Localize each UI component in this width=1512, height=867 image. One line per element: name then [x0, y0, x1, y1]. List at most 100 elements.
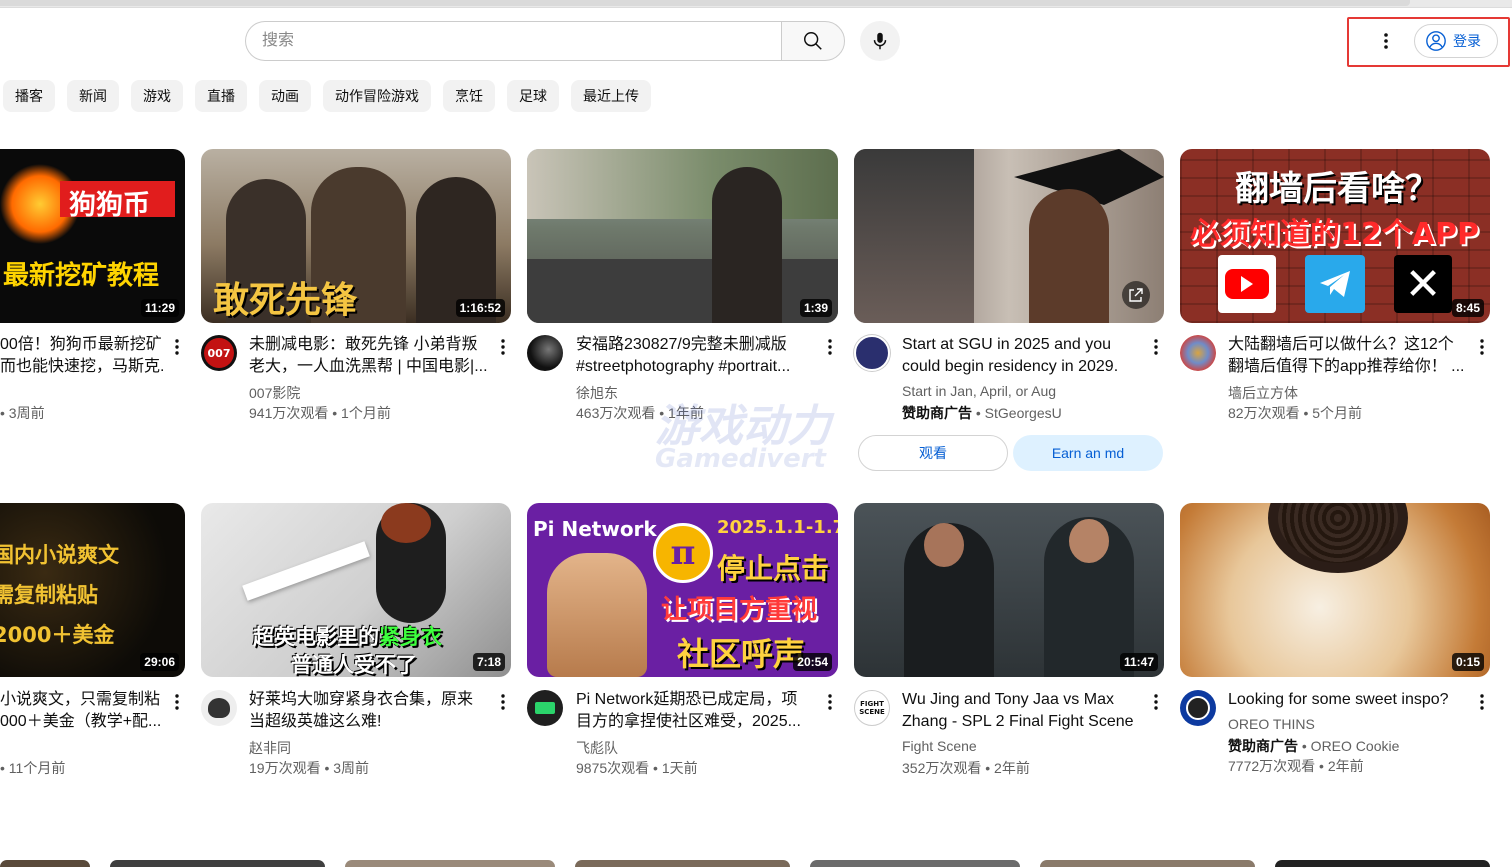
more-actions-button[interactable]	[167, 690, 187, 714]
thumb-text: 社区呼声	[677, 635, 806, 673]
video-title[interactable]: Pi Network延期恐已成定局，项 目方的拿捏使社区难受，2025...	[576, 689, 816, 733]
hair-graphic	[381, 503, 431, 543]
channel-avatar[interactable]	[527, 690, 563, 726]
video-title-line: 目方的拿捏使社区难受，2025...	[576, 713, 801, 730]
more-actions-button[interactable]	[820, 690, 840, 714]
kebab-menu-icon	[828, 339, 832, 355]
voice-search-button[interactable]	[860, 21, 900, 61]
video-thumbnail-partial[interactable]	[575, 860, 790, 867]
sponsor-name: • OREO Cookie	[1298, 738, 1400, 754]
ad-description: OREO THINS	[1228, 716, 1315, 732]
video-thumbnail-partial[interactable]	[1040, 860, 1255, 867]
video-thumbnail[interactable]: 超英电影里的紧身衣 普通人受不了 7:18	[201, 503, 511, 677]
more-actions-button[interactable]	[1472, 690, 1492, 714]
video-thumbnail[interactable]: Pi Network 2025.1.1-1.7 π 停止点击 让项目方重视 社区…	[527, 503, 838, 677]
more-actions-button[interactable]	[1472, 335, 1492, 359]
browser-scrollbar[interactable]	[0, 0, 1512, 8]
search-button[interactable]	[781, 21, 845, 61]
chip-animation[interactable]: 动画	[259, 80, 311, 112]
buildings-graphic	[527, 149, 838, 219]
video-thumbnail[interactable]: 国内小说爽文 需复制粘贴 2000＋美金 29:06	[0, 503, 185, 677]
channel-avatar[interactable]	[1180, 335, 1216, 371]
video-title[interactable]: 大陆翻墙后可以做什么？这12个 翻墙后值得下的app推荐给你！ ...	[1228, 334, 1468, 378]
channel-avatar[interactable]	[201, 690, 237, 726]
video-thumbnail[interactable]: 1:39	[527, 149, 838, 323]
channel-avatar[interactable]	[527, 335, 563, 371]
thumb-text: 需复制粘贴	[0, 583, 98, 607]
video-thumbnail-partial[interactable]	[345, 860, 555, 867]
duration-badge: 1:16:52	[455, 299, 505, 317]
more-actions-button[interactable]	[493, 335, 513, 359]
watermark-text: Gamedivert	[655, 444, 826, 474]
video-title[interactable]: Start at SGU in 2025 and you could begin …	[902, 334, 1147, 378]
kebab-menu-icon	[175, 694, 179, 710]
chip-news[interactable]: 新闻	[67, 80, 119, 112]
video-title[interactable]: 00倍！狗狗币最新挖矿 而也能快速挖，马斯克...	[0, 334, 165, 378]
channel-name[interactable]: 007影院	[249, 383, 300, 403]
video-thumbnail-partial[interactable]	[810, 860, 1020, 867]
channel-name[interactable]: 墙后立方体	[1228, 383, 1298, 403]
video-title[interactable]: Wu Jing and Tony Jaa vs Max Zhang - SPL 2…	[902, 689, 1147, 733]
thumb-text: 狗狗币	[69, 190, 150, 221]
video-title-line: 000＋美金（教学+配...	[0, 713, 162, 730]
video-title-line: Wu Jing and Tony Jaa vs Max	[902, 691, 1114, 708]
video-thumbnail[interactable]: 11:47	[854, 503, 1164, 677]
ad-watch-button[interactable]: 观看	[858, 435, 1008, 471]
video-title-line: #streetphotography #portrait...	[576, 358, 791, 375]
ad-cta-button[interactable]: Earn an md	[1013, 435, 1163, 471]
video-stats: • 3周前	[0, 405, 45, 421]
channel-avatar[interactable]: FIGHT SCENE	[854, 690, 890, 726]
video-title[interactable]: 安福路230827/9完整未删减版 #streetphotography #por…	[576, 334, 816, 378]
video-thumbnail-partial[interactable]	[1275, 860, 1490, 867]
more-actions-button[interactable]	[493, 690, 513, 714]
chip-live[interactable]: 直播	[195, 80, 247, 112]
video-title[interactable]: Looking for some sweet inspo?	[1228, 689, 1473, 711]
more-actions-button[interactable]	[820, 335, 840, 359]
video-thumbnail-partial[interactable]	[110, 860, 325, 867]
duration-badge: 7:18	[472, 653, 505, 671]
search-input[interactable]	[262, 22, 762, 60]
ad-thumbnail[interactable]: 0:15	[1180, 503, 1490, 677]
chip-cooking[interactable]: 烹饪	[443, 80, 495, 112]
channel-name[interactable]: 赵非同	[249, 738, 291, 758]
chip-recently-uploaded[interactable]: 最近上传	[571, 80, 651, 112]
more-actions-button[interactable]	[167, 335, 187, 359]
youtube-home: 登录 播客 新闻 游戏 直播 动画 动作冒险游戏 烹饪 足球 最近上传 狗狗币 …	[0, 0, 1512, 867]
duration-badge: 29:06	[140, 653, 179, 671]
channel-avatar[interactable]	[1180, 690, 1216, 726]
more-actions-button[interactable]	[1146, 690, 1166, 714]
thumb-text: 翻墙后看啥？	[1235, 169, 1439, 209]
video-title-line: Zhang - SPL 2 Final Fight Scene	[902, 713, 1134, 730]
channel-name[interactable]: 徐旭东	[576, 383, 618, 403]
more-actions-button[interactable]	[1146, 335, 1166, 359]
kebab-menu-icon	[1384, 33, 1388, 49]
video-title-line: could begin residency in 2029.	[902, 358, 1119, 375]
thumb-text: 让项目方重视	[661, 595, 818, 625]
ad-thumbnail[interactable]	[854, 149, 1164, 323]
chip-gaming[interactable]: 游戏	[131, 80, 183, 112]
search-box[interactable]	[245, 21, 782, 61]
channel-name[interactable]: Fight Scene	[902, 738, 977, 754]
channel-avatar[interactable]: 007	[201, 335, 237, 371]
avatar-text: FIGHT SCENE	[859, 700, 885, 716]
external-link-icon[interactable]	[1122, 281, 1150, 309]
duration-badge: 8:45	[1451, 299, 1484, 317]
chip-podcast[interactable]: 播客	[3, 80, 55, 112]
channel-avatar[interactable]	[854, 335, 890, 371]
video-thumbnail[interactable]: 狗狗币 最新挖矿教程 11:29	[0, 149, 185, 323]
video-title[interactable]: 小说爽文，只需复制粘 000＋美金（教学+配...	[0, 689, 165, 733]
video-thumbnail[interactable]: 翻墙后看啥？ 必须知道的12个APP ✕ 8:45	[1180, 149, 1490, 323]
chip-action-adventure[interactable]: 动作冒险游戏	[323, 80, 431, 112]
channel-name[interactable]: 飞彪队	[576, 738, 618, 758]
video-title-line: Looking for some sweet inspo?	[1228, 691, 1449, 708]
video-title[interactable]: 未删减电影：敢死先锋 小弟背叛 老大，一人血洗黑帮 | 中国电影|...	[249, 334, 489, 378]
video-thumbnail-partial[interactable]	[0, 860, 90, 867]
sign-in-button[interactable]: 登录	[1414, 24, 1498, 58]
video-title[interactable]: 好莱坞大咖穿紧身衣合集，原来 当超级英雄这么难!	[249, 689, 489, 733]
settings-menu-button[interactable]	[1372, 27, 1400, 55]
video-thumbnail[interactable]: 敢死先锋 1:16:52	[201, 149, 511, 323]
chip-football[interactable]: 足球	[507, 80, 559, 112]
duration-badge: 1:39	[799, 299, 832, 317]
avatar-graphic	[535, 702, 555, 714]
scrollbar-thumb[interactable]	[0, 0, 1410, 6]
